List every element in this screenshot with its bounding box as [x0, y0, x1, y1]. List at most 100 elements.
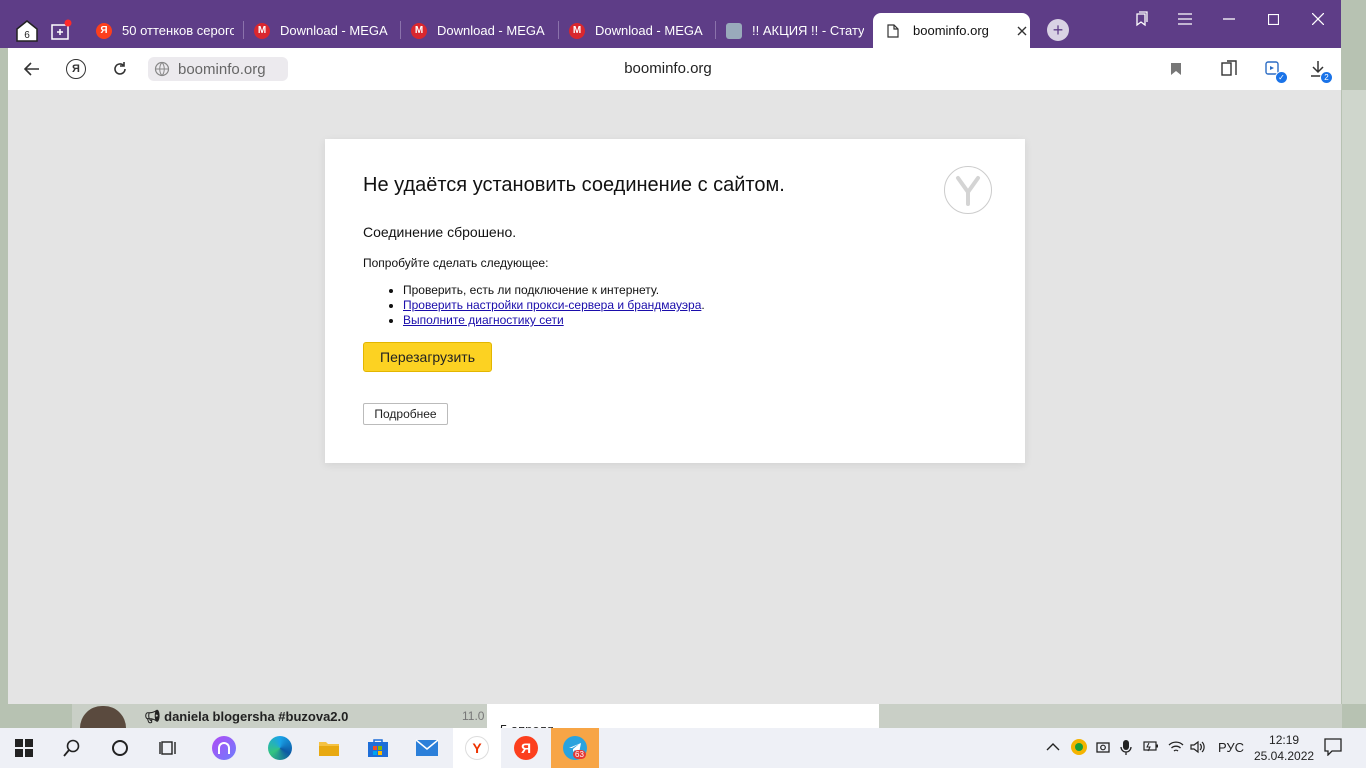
windows-taskbar: Y Я 63 РУС 12:19 25.04.2022 [0, 728, 1366, 768]
mail-button[interactable] [413, 734, 441, 762]
megaphone-icon: 📢︎ [144, 709, 161, 724]
page-content: Не удаётся установить соединение с сайто… [8, 90, 1341, 704]
connection-icon [154, 61, 170, 77]
background-scroll-area [1342, 90, 1366, 704]
network-diagnostics-link[interactable]: Выполните диагностику сети [403, 313, 564, 327]
extension-button[interactable]: ✓ [1261, 57, 1288, 84]
site-favicon-icon [726, 22, 742, 39]
browser-window: 6 Я 50 оттенков серого M Download - MEGA… [0, 0, 1341, 704]
edge-button[interactable] [266, 734, 294, 762]
tab-separator [400, 21, 401, 39]
collections-icon [1221, 60, 1237, 76]
suggestions-list: Проверить, есть ли подключение к интерне… [363, 283, 705, 328]
store-icon [368, 739, 388, 757]
tab-counter: 6 [24, 30, 30, 41]
maximize-icon [1267, 13, 1279, 25]
minimize-button[interactable] [1207, 8, 1251, 30]
battery-icon [1143, 741, 1158, 752]
mega-icon: M [411, 22, 427, 39]
task-view-button[interactable] [154, 734, 182, 762]
tab-active-boominfo[interactable]: boominfo.org [873, 13, 1030, 48]
clock-time: 12:19 [1269, 733, 1300, 747]
channel-name-label: daniela blogersha #buzova2.0 [164, 709, 349, 724]
check-badge-icon: ✓ [1275, 71, 1288, 84]
explorer-button[interactable] [315, 734, 343, 762]
speaker-icon [1190, 740, 1205, 754]
yandex-home-button[interactable]: Я [64, 57, 88, 81]
reload-icon [114, 62, 126, 75]
reload-button[interactable] [108, 57, 132, 81]
circle-icon [112, 740, 128, 756]
tab-title: !! АКЦИЯ !! - Статус [752, 23, 864, 38]
volume-button[interactable] [1190, 740, 1206, 757]
tab-yandex[interactable]: Я 50 оттенков серого [96, 13, 234, 48]
start-button[interactable] [10, 734, 38, 762]
yandex-app-button[interactable]: Я [512, 734, 540, 762]
suggestion-text: Проверить, есть ли подключение к интерне… [403, 283, 660, 297]
camera-icon [1096, 742, 1110, 753]
telegram-button[interactable]: 63 [561, 734, 589, 762]
bookmark-icon [1171, 63, 1181, 75]
new-tab-button[interactable]: + [1047, 19, 1069, 41]
close-window-button[interactable] [1296, 8, 1340, 30]
mail-icon [415, 739, 439, 756]
new-tab-group-button[interactable] [48, 18, 74, 44]
channel-name: 📢︎ daniela blogersha #buzova2.0 [144, 709, 348, 725]
battery-button[interactable] [1143, 740, 1159, 755]
tabs-overview-button[interactable]: 6 [14, 18, 40, 44]
folder-icon [319, 742, 339, 756]
yandex-browser-button[interactable]: Y [463, 734, 491, 762]
back-button[interactable] [20, 57, 44, 81]
tray-overflow-button[interactable] [1046, 740, 1060, 755]
yandex-browser-logo-icon [944, 166, 992, 214]
hamburger-icon [1178, 13, 1192, 25]
clock-date: 25.04.2022 [1254, 749, 1315, 763]
language-indicator[interactable]: РУС [1218, 740, 1244, 755]
tab-mega-2[interactable]: M Download - MEGA [411, 13, 549, 48]
collections-button[interactable] [1119, 8, 1163, 30]
address-chip[interactable]: boominfo.org [148, 57, 288, 81]
search-button[interactable] [58, 734, 86, 762]
tabs-home-icon: 6 [16, 20, 38, 42]
tab-title: Download - MEGA [437, 23, 545, 38]
close-icon[interactable] [1017, 26, 1027, 36]
reload-page-button[interactable]: Перезагрузить [363, 342, 492, 372]
chevron-up-icon [1046, 743, 1060, 751]
bookmarks-panel-icon [1136, 11, 1148, 27]
cortana-button[interactable] [106, 734, 134, 762]
alice-button[interactable] [210, 734, 238, 762]
microphone-button[interactable] [1120, 740, 1132, 759]
error-subtitle: Соединение сброшено. [363, 224, 517, 240]
error-title: Не удаётся установить соединение с сайто… [363, 174, 785, 196]
meet-now-button[interactable] [1096, 740, 1110, 757]
maximize-button[interactable] [1251, 8, 1295, 30]
tab-mega-3[interactable]: M Download - MEGA [569, 13, 707, 48]
tab-bar: 6 Я 50 оттенков серого M Download - MEGA… [0, 0, 1341, 48]
page-title-bar[interactable]: boominfo.org [568, 60, 768, 77]
error-card: Не удаётся установить соединение с сайто… [325, 139, 1025, 463]
tab-title: 50 оттенков серого [122, 23, 234, 38]
add-window-icon [51, 19, 72, 40]
tab-mega-1[interactable]: M Download - MEGA [254, 13, 392, 48]
details-button[interactable]: Подробнее [363, 403, 448, 425]
notification-icon [1324, 738, 1342, 757]
network-button[interactable] [1168, 740, 1184, 757]
bookmark-button[interactable] [1164, 57, 1188, 81]
tab-separator [243, 21, 244, 39]
yandex-logo-icon: Я [66, 59, 86, 79]
channel-time: 11.0 [462, 709, 485, 723]
downloads-button[interactable]: 2 [1306, 57, 1333, 84]
mega-icon: M [569, 22, 585, 39]
microphone-icon [1120, 740, 1132, 755]
proxy-settings-link[interactable]: Проверить настройки прокси-сервера и бра… [403, 298, 701, 312]
tray-app-button[interactable] [1071, 739, 1087, 755]
wifi-icon [1168, 741, 1184, 752]
collections-toolbar-button[interactable] [1217, 57, 1241, 81]
list-item: Проверить, есть ли подключение к интерне… [403, 283, 705, 298]
clock[interactable]: 12:19 25.04.2022 [1254, 732, 1314, 764]
tab-akciya[interactable]: !! АКЦИЯ !! - Статус [726, 13, 864, 48]
menu-button[interactable] [1163, 8, 1207, 30]
arrow-left-icon [24, 62, 39, 76]
notifications-button[interactable] [1324, 738, 1342, 759]
store-button[interactable] [364, 734, 392, 762]
